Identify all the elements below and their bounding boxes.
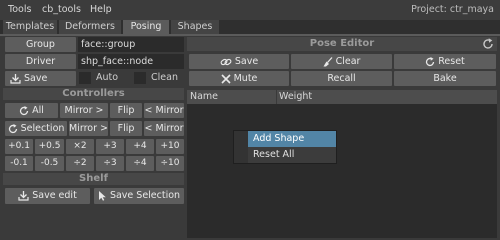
pose-bake-button[interactable]: Bake: [394, 71, 496, 86]
controllers-header: Controllers: [3, 88, 184, 100]
pose-reset-label: Reset: [438, 56, 465, 67]
flip-button[interactable]: Flip: [110, 103, 142, 118]
step-times-2[interactable]: ×2: [66, 139, 94, 154]
selection-flip-button[interactable]: Flip: [110, 121, 142, 136]
step-plus-3[interactable]: +3: [96, 139, 124, 154]
broom-icon: [323, 56, 333, 67]
save-edit-label: Save edit: [32, 190, 77, 201]
step-minus-0-5[interactable]: -0.5: [35, 156, 64, 171]
selection-mirror-right-button[interactable]: Mirror >: [69, 121, 108, 136]
tab-shapes[interactable]: Shapes: [171, 20, 219, 34]
step-plus-0-1[interactable]: +0.1: [5, 139, 33, 154]
step-minus-0-1[interactable]: -0.1: [5, 156, 33, 171]
pose-clear-label: Clear: [335, 56, 361, 67]
clean-checkbox[interactable]: [134, 72, 146, 84]
step-plus-10[interactable]: +10: [156, 139, 184, 154]
pose-save-button[interactable]: Save: [189, 54, 289, 69]
download-icon: [10, 73, 21, 84]
context-add-shape[interactable]: Add Shape: [248, 131, 336, 147]
pose-recall-button[interactable]: Recall: [291, 71, 392, 86]
driver-button[interactable]: Driver: [5, 54, 76, 69]
all-button[interactable]: All: [5, 103, 58, 118]
pose-editor-header: Pose Editor: [187, 37, 497, 51]
menu-cb-tools[interactable]: cb_tools: [42, 4, 81, 15]
context-reset-all[interactable]: Reset All: [248, 147, 336, 163]
selection-label: Selection: [20, 123, 65, 134]
tab-deformers[interactable]: Deformers: [59, 20, 121, 34]
all-label: All: [32, 105, 44, 116]
auto-label: Auto: [96, 72, 119, 83]
column-divider: [276, 90, 277, 104]
reset-icon: [425, 56, 435, 67]
refresh-icon[interactable]: [482, 38, 494, 53]
pose-reset-button[interactable]: Reset: [394, 54, 496, 69]
auto-checkbox[interactable]: [79, 72, 91, 84]
step-div-4[interactable]: ÷4: [126, 156, 154, 171]
menu-help[interactable]: Help: [90, 4, 112, 15]
refresh-icon: [8, 123, 18, 134]
shelf-header: Shelf: [3, 173, 184, 185]
step-plus-4[interactable]: +4: [126, 139, 154, 154]
pose-table-header: [187, 90, 497, 104]
mirror-right-button[interactable]: Mirror >: [60, 103, 108, 118]
tab-posing[interactable]: Posing: [123, 20, 169, 34]
close-icon: [221, 73, 231, 84]
col-name-header[interactable]: Name: [190, 90, 218, 104]
pose-save-label: Save: [234, 56, 259, 67]
refresh-icon: [19, 105, 29, 116]
download-icon: [18, 190, 29, 201]
tab-templates[interactable]: Templates: [3, 20, 57, 34]
save-edit-button[interactable]: Save edit: [5, 188, 90, 204]
tab-underline: [0, 34, 500, 36]
group-button[interactable]: Group: [5, 37, 76, 52]
save-selection-button[interactable]: Save Selection: [94, 188, 184, 204]
pose-mute-button[interactable]: Mute: [189, 71, 289, 86]
step-plus-0-5[interactable]: +0.5: [35, 139, 64, 154]
mirror-left-button[interactable]: < Mirror: [144, 103, 184, 118]
context-menu-gutter: [234, 131, 248, 163]
pose-table-body[interactable]: [187, 104, 497, 238]
save-mods-button[interactable]: Save mods: [5, 71, 76, 99]
selection-button[interactable]: Selection: [5, 121, 67, 136]
driver-field[interactable]: shp_face::node: [78, 54, 184, 69]
col-weight-header[interactable]: Weight: [279, 90, 312, 104]
cursor-icon: [98, 190, 107, 201]
clean-label: Clean: [151, 72, 178, 83]
project-label: Project: ctr_maya: [411, 4, 494, 15]
step-div-3[interactable]: ÷3: [96, 156, 124, 171]
group-field[interactable]: face::group: [78, 37, 184, 52]
pose-mute-label: Mute: [233, 73, 258, 84]
step-div-2[interactable]: ÷2: [66, 156, 94, 171]
selection-mirror-left-button[interactable]: < Mirror: [144, 121, 184, 136]
link-icon: [220, 57, 232, 67]
menu-tools[interactable]: Tools: [8, 4, 31, 15]
step-div-10[interactable]: ÷10: [156, 156, 184, 171]
pose-clear-button[interactable]: Clear: [291, 54, 392, 69]
save-selection-label: Save Selection: [109, 190, 181, 201]
